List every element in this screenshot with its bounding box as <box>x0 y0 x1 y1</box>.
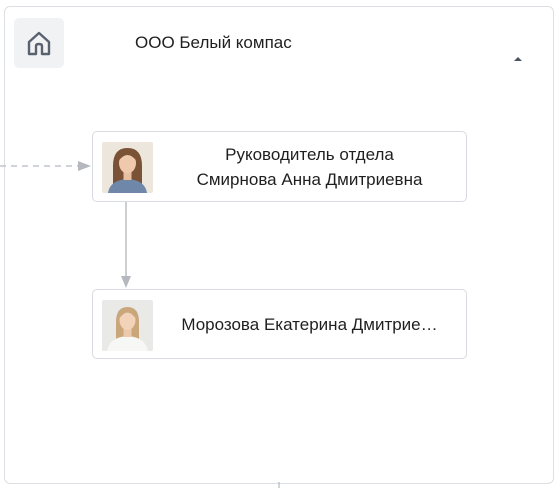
caret-up-icon <box>514 57 522 61</box>
organization-title: ООО Белый компас <box>135 33 292 52</box>
node-text-head: Руководитель отдела Смирнова Анна Дмитри… <box>161 132 458 201</box>
org-node-card-employee[interactable]: Морозова Екатерина Дмитрие… <box>92 289 467 359</box>
org-node-card-head[interactable]: Руководитель отдела Смирнова Анна Дмитри… <box>92 131 467 202</box>
node-person-name: Смирнова Анна Дмитриевна <box>196 169 423 189</box>
avatar-employee <box>102 300 153 351</box>
person-photo-icon <box>102 300 153 351</box>
node-person-name: Морозова Екатерина Дмитрие… <box>181 314 438 334</box>
home-icon <box>27 31 51 56</box>
person-photo-icon <box>102 142 153 193</box>
node-text-employee: Морозова Екатерина Дмитрие… <box>161 290 458 358</box>
collapse-toggle-button[interactable] <box>510 50 526 66</box>
avatar-head <box>102 142 153 193</box>
home-button[interactable] <box>14 18 64 68</box>
org-chart-panel <box>4 6 554 484</box>
node-role: Руководитель отдела <box>225 144 394 164</box>
